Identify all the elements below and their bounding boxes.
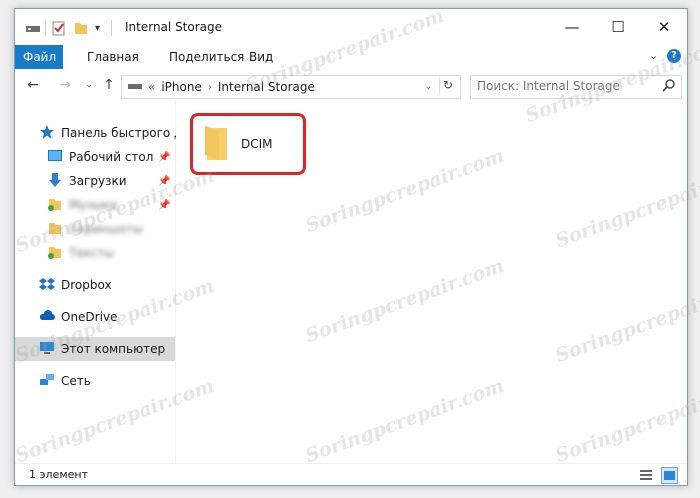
nav-label: Этот компьютер	[61, 342, 166, 356]
nav-label: Панель быстрого дс	[61, 126, 189, 140]
nav-label: OneDrive	[61, 310, 118, 324]
ribbon-tabs: Файл Главная Поделиться Вид ⌄ ?	[15, 45, 687, 70]
properties-icon[interactable]	[51, 20, 67, 36]
download-arrow-icon	[47, 172, 63, 191]
tab-file[interactable]: Файл	[15, 45, 63, 69]
back-arrow-icon[interactable]: ←	[23, 75, 43, 95]
qa-divider	[45, 20, 46, 36]
overflow-chevrons[interactable]: «	[148, 80, 155, 94]
address-dropdown-icon[interactable]: ⌄	[424, 82, 432, 92]
pin-icon: 📌	[158, 175, 171, 187]
nav-label: Скриншоты	[69, 222, 143, 236]
title-divider	[111, 20, 112, 36]
address-row: ← → ⌄ ↑ « iPhone › Internal Storage ⌄ ↻	[15, 69, 687, 101]
folder-name: DCIM	[241, 137, 273, 151]
forward-arrow-icon[interactable]: →	[55, 75, 75, 95]
refresh-icon[interactable]: ↻	[439, 78, 456, 94]
tab-view[interactable]: Вид	[237, 45, 285, 69]
tab-home[interactable]: Главная	[75, 45, 151, 69]
window-title: Internal Storage	[125, 20, 223, 34]
computer-icon	[39, 340, 55, 359]
folder-icon	[47, 220, 63, 239]
folder-dcim[interactable]: DCIM	[190, 113, 306, 175]
breadcrumb-separator-icon[interactable]: ›	[208, 82, 212, 93]
nav-blurred-folder[interactable]: Тексты	[15, 241, 175, 265]
pin-icon: 📌	[158, 199, 171, 211]
search-icon[interactable]	[662, 78, 676, 95]
nav-dropbox[interactable]: Dropbox	[15, 273, 175, 297]
large-icons-view-icon[interactable]	[661, 467, 678, 484]
cloud-icon	[39, 308, 55, 327]
title-bar: ▾ Internal Storage — ☐ ✕	[15, 9, 687, 45]
up-arrow-icon[interactable]: ↑	[99, 75, 119, 95]
expand-ribbon-icon[interactable]: ⌄	[649, 49, 658, 62]
help-icon[interactable]: ?	[667, 49, 681, 63]
close-button[interactable]: ✕	[641, 9, 687, 45]
search-box[interactable]	[470, 75, 682, 99]
nav-label: Тексты	[69, 246, 115, 260]
customize-quick-access-icon[interactable]: ▾	[95, 20, 100, 36]
nav-desktop[interactable]: Рабочий стол 📌	[15, 145, 175, 169]
nav-this-pc[interactable]: Этот компьютер	[15, 337, 175, 361]
nav-onedrive[interactable]: OneDrive	[15, 305, 175, 329]
nav-network[interactable]: Сеть	[15, 369, 175, 393]
star-icon	[39, 124, 55, 143]
explorer-window: ▾ Internal Storage — ☐ ✕ Файл Главная По…	[14, 8, 688, 486]
nav-blurred-folder[interactable]: Скриншоты	[15, 217, 175, 241]
drive-icon	[25, 20, 41, 36]
address-bar[interactable]: « iPhone › Internal Storage ⌄ ↻	[121, 75, 461, 99]
nav-label: Dropbox	[61, 278, 112, 292]
details-view-icon[interactable]	[639, 468, 653, 485]
device-icon	[128, 80, 142, 94]
breadcrumb-internal-storage[interactable]: Internal Storage	[218, 80, 315, 94]
nav-downloads[interactable]: Загрузки 📌	[15, 169, 175, 193]
recent-locations-icon[interactable]: ⌄	[79, 75, 99, 95]
search-input[interactable]	[477, 78, 647, 94]
nav-label: Загрузки	[69, 174, 127, 188]
nav-quick-access[interactable]: Панель быстрого дс	[15, 121, 189, 145]
synced-folder-icon	[47, 244, 63, 263]
synced-folder-icon	[47, 196, 63, 215]
file-list: DCIM	[176, 101, 687, 463]
desktop-icon	[47, 148, 63, 167]
nav-label: Музыка	[69, 198, 117, 212]
breadcrumb-iphone[interactable]: iPhone	[161, 80, 202, 94]
status-bar: 1 элемент	[15, 463, 687, 485]
nav-label: Сеть	[61, 374, 91, 388]
nav-label: Рабочий стол	[69, 150, 154, 164]
item-count: 1 элемент	[29, 468, 88, 481]
maximize-button[interactable]: ☐	[595, 9, 641, 45]
navigation-pane: Панель быстрого дс Рабочий стол 📌 Загруз…	[15, 101, 189, 463]
minimize-button[interactable]: —	[549, 9, 595, 45]
folder-icon	[203, 124, 229, 165]
dropbox-icon	[39, 276, 55, 295]
nav-blurred-folder[interactable]: Музыка 📌	[15, 193, 175, 217]
new-folder-icon[interactable]	[73, 20, 89, 36]
pin-icon: 📌	[158, 151, 171, 163]
network-icon	[39, 372, 55, 391]
